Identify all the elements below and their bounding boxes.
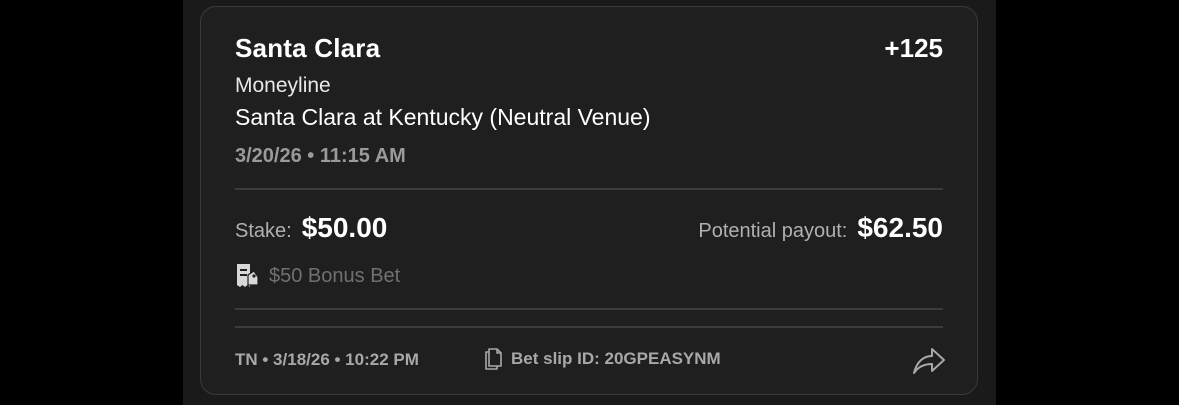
bet-slip-id-row[interactable]: Bet slip ID: 20GPEASYNM	[483, 347, 721, 371]
event-datetime: 3/20/26 • 11:15 AM	[235, 145, 406, 167]
payout-label: Potential payout:	[698, 220, 848, 242]
share-arrow-icon	[911, 348, 947, 381]
payout-row: Potential payout: $62.50	[698, 212, 943, 244]
divider	[235, 188, 943, 190]
divider	[235, 308, 943, 310]
bet-card[interactable]: Santa Clara +125 Moneyline Santa Clara a…	[200, 6, 978, 395]
bonus-bet-label: $50 Bonus Bet	[269, 264, 401, 287]
bet-market: Moneyline	[235, 74, 331, 97]
divider	[235, 326, 943, 328]
bet-selection: Santa Clara	[235, 33, 381, 63]
bonus-bet-receipt-icon	[235, 263, 259, 289]
bonus-bet-row: $50 Bonus Bet	[235, 263, 400, 289]
stake-row: Stake: $50.00	[235, 212, 387, 244]
share-button[interactable]	[911, 345, 947, 377]
payout-amount: $62.50	[857, 212, 943, 243]
screen: Santa Clara +125 Moneyline Santa Clara a…	[0, 0, 1179, 405]
stake-label: Stake:	[235, 220, 292, 242]
stake-amount: $50.00	[301, 212, 388, 243]
event-name: Santa Clara at Kentucky (Neutral Venue)	[235, 104, 651, 130]
placed-meta: TN • 3/18/26 • 10:22 PM	[235, 350, 419, 369]
document-icon	[483, 347, 503, 371]
bet-odds: +125	[884, 33, 943, 63]
bet-slip-id: Bet slip ID: 20GPEASYNM	[511, 349, 721, 368]
